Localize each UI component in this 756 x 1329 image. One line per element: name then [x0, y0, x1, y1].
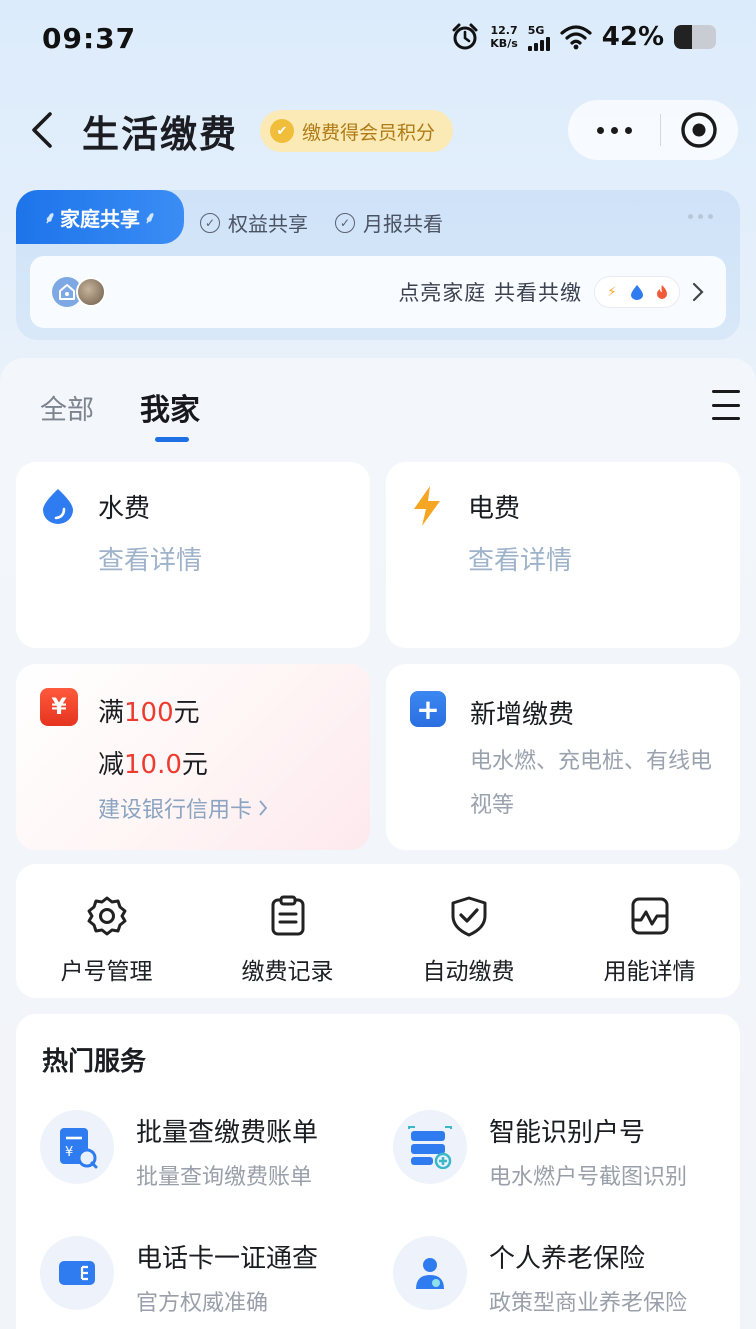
coin-icon: ✔ — [270, 119, 294, 143]
wifi-icon — [560, 25, 592, 50]
tab-all[interactable]: 全部 — [40, 388, 94, 427]
chevron-right-icon — [259, 800, 268, 816]
service-batch-bill[interactable]: ¥ 批量查缴费账单 批量查询缴费账单 — [40, 1110, 318, 1191]
family-share-label: 家庭共享 — [60, 206, 140, 231]
new-payment-desc: 电水燃、充电桩、有线电视等 — [470, 749, 713, 818]
water-bill-title: 水费 — [98, 494, 151, 524]
net-speed: 12.7 KB/s — [490, 24, 518, 50]
family-invite-row[interactable]: 点亮家庭 共看共缴 ⚡ — [30, 256, 726, 328]
status-icons: 12.7 KB/s 5G 42% — [450, 22, 716, 52]
quick-action-usage[interactable]: 用能详情 — [559, 864, 740, 998]
avatar — [76, 277, 106, 307]
service-pension[interactable]: 个人养老保险 政策型商业养老保险 — [393, 1236, 687, 1317]
water-drop-icon — [43, 489, 73, 524]
status-time: 09:37 — [42, 22, 137, 55]
tab-my-home[interactable]: 我家 — [140, 385, 200, 429]
battery-percent: 42% — [601, 22, 664, 52]
menu-icon[interactable] — [712, 390, 740, 420]
electric-bill-detail[interactable]: 查看详情 — [468, 540, 572, 577]
utility-mini-icons: ⚡ — [594, 276, 680, 308]
bill-search-icon: ¥ — [40, 1110, 114, 1184]
family-more-icon[interactable] — [688, 214, 713, 219]
signal-icon — [527, 36, 550, 51]
shield-check-icon — [451, 896, 486, 937]
clipboard-icon — [271, 895, 304, 936]
sim-card-icon — [40, 1236, 114, 1310]
yuan-icon: ¥ — [40, 688, 78, 726]
promo-discount: 减10.0元 — [98, 750, 208, 780]
battery-icon — [674, 25, 716, 49]
check-circle-icon: ✓ — [335, 212, 355, 233]
plus-icon: + — [410, 691, 446, 727]
svg-text:¥: ¥ — [65, 1145, 73, 1160]
chart-icon — [631, 897, 668, 935]
alarm-icon — [452, 23, 478, 50]
active-tab-indicator — [155, 437, 189, 442]
scan-card-icon — [393, 1110, 467, 1184]
electric-bill-title: 电费 — [468, 494, 521, 524]
family-share-tab[interactable]: ⸙ 家庭共享 ⸙ — [16, 190, 184, 244]
gear-icon — [87, 896, 126, 936]
family-prompt: 点亮家庭 共看共缴 — [398, 281, 582, 305]
back-icon[interactable] — [26, 108, 66, 152]
service-smart-recognize[interactable]: 智能识别户号 电水燃户号截图识别 — [393, 1110, 687, 1191]
more-icon[interactable] — [568, 126, 660, 134]
water-bill-detail[interactable]: 查看详情 — [98, 540, 202, 577]
laurel-right-icon: ⸙ — [144, 208, 157, 227]
lightning-icon: ⚡ — [607, 284, 617, 300]
service-phone-card[interactable]: 电话卡一证通查 官方权威准确 — [40, 1236, 318, 1317]
person-icon — [393, 1236, 467, 1310]
hot-services-title: 热门服务 — [42, 1047, 147, 1077]
new-payment-title: 新增缴费 — [470, 700, 575, 730]
points-badge-label: 缴费得会员积分 — [302, 121, 436, 144]
share-item-report: ✓ 月报共看 — [335, 208, 443, 237]
quick-action-autopay[interactable]: 自动缴费 — [378, 864, 559, 998]
chevron-right-icon — [692, 282, 704, 302]
points-badge[interactable]: ✔ 缴费得会员积分 — [260, 110, 454, 152]
promo-bank-link[interactable]: 建设银行信用卡 — [98, 792, 268, 824]
mini-program-capsule — [568, 100, 738, 160]
network-type: 5G — [527, 23, 545, 37]
laurel-left-icon: ⸙ — [43, 208, 56, 227]
lightning-icon — [414, 486, 440, 526]
quick-action-account[interactable]: 户号管理 — [16, 864, 197, 998]
flame-icon — [651, 281, 673, 303]
check-circle-icon: ✓ — [200, 212, 220, 233]
page-title: 生活缴费 — [82, 113, 238, 156]
close-target-icon[interactable] — [661, 110, 737, 150]
water-drop-icon — [626, 281, 648, 303]
promo-threshold: 满100元 — [98, 698, 200, 728]
quick-actions-bar: 户号管理 缴费记录 自动缴费 用能详情 — [16, 864, 740, 998]
share-item-benefits: ✓ 权益共享 — [200, 208, 308, 237]
quick-action-records[interactable]: 缴费记录 — [197, 864, 378, 998]
